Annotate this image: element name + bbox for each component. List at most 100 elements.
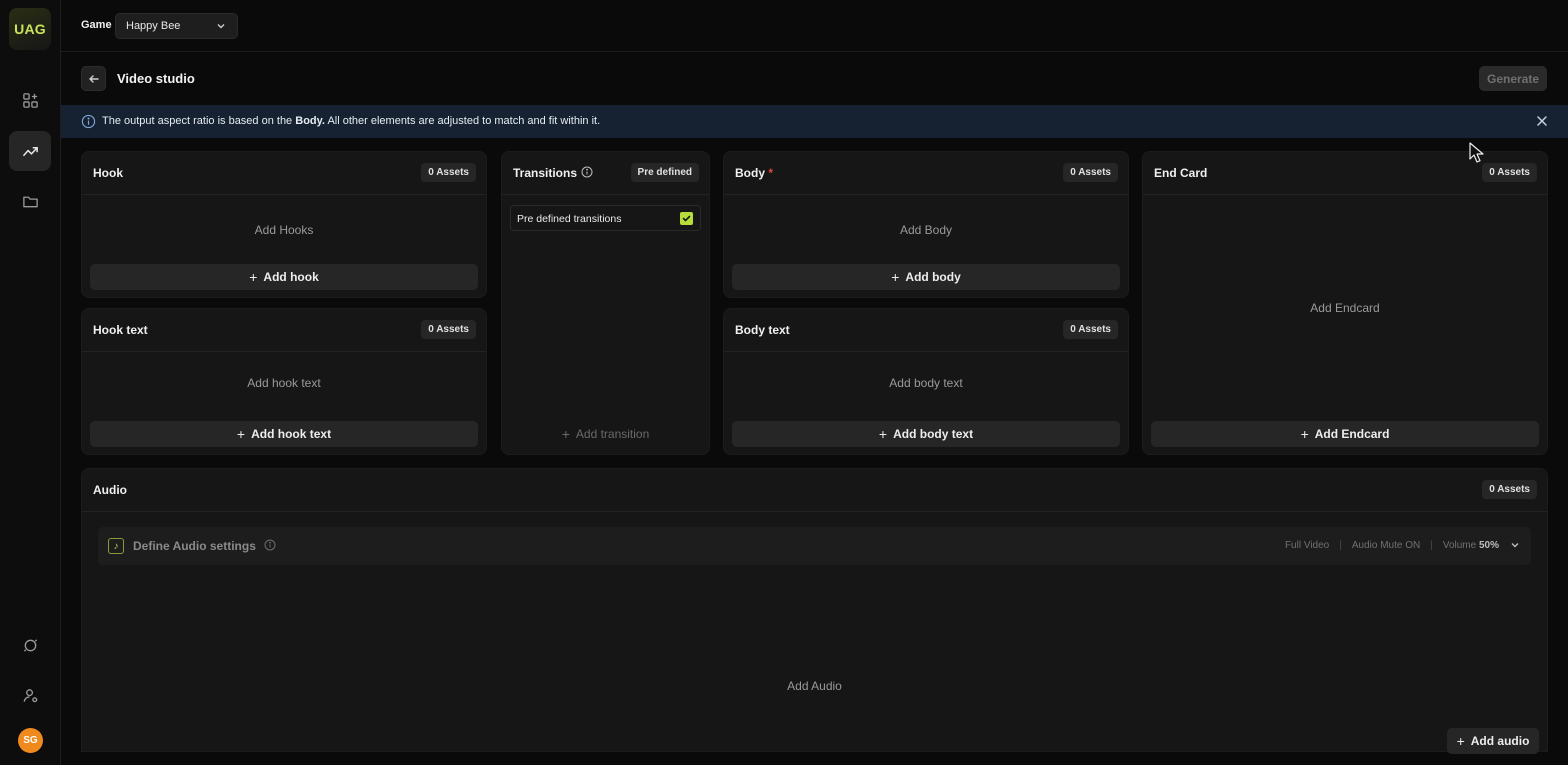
banner-text-after: All other elements are adjusted to match…	[325, 115, 601, 127]
add-transition-button[interactable]: + Add transition	[510, 421, 701, 447]
hook-assets-badge: 0 Assets	[421, 163, 476, 182]
app: UAG SG Game Happy Bee Video studio Gener…	[0, 0, 1568, 765]
chevron-down-icon[interactable]	[1509, 539, 1521, 551]
hook-card: Hook 0 Assets Add Hooks + Add hook	[81, 151, 487, 298]
add-audio-button[interactable]: + Add audio	[1447, 728, 1539, 754]
user-settings-icon[interactable]	[9, 675, 51, 715]
plus-icon: +	[878, 426, 888, 442]
body-text-placeholder: Add body text	[889, 376, 963, 390]
support-icon[interactable]	[9, 625, 51, 665]
avatar[interactable]: SG	[18, 728, 43, 753]
banner-text-before: The output aspect ratio is based on the	[102, 115, 296, 127]
card-header: End Card 0 Assets	[1143, 152, 1547, 195]
volume-label: Volume	[1442, 539, 1477, 551]
apps-add-icon[interactable]	[9, 80, 51, 120]
info-icon	[81, 114, 96, 129]
separator: |	[1430, 539, 1433, 551]
transitions-title-text: Transitions	[513, 166, 578, 180]
volume-value: 50%	[1478, 539, 1499, 551]
mouse-cursor-icon	[1469, 142, 1484, 163]
info-icon[interactable]	[581, 166, 593, 178]
chevron-down-icon	[217, 24, 225, 29]
add-hook-button[interactable]: + Add hook	[90, 264, 478, 290]
add-body-text-button[interactable]: + Add body text	[732, 421, 1120, 447]
predefined-transitions-row[interactable]: Pre defined transitions	[510, 205, 701, 231]
end-card-card: End Card 0 Assets Add Endcard + Add Endca…	[1142, 151, 1548, 455]
card-header: Body text 0 Assets	[724, 309, 1128, 352]
audio-settings-text: Define Audio settings	[133, 539, 256, 553]
transitions-card: Transitions Pre defined Pre defined tran…	[501, 151, 710, 455]
full-video-text: Full Video	[1284, 539, 1330, 551]
card-header: Transitions Pre defined	[502, 152, 709, 195]
card-header: Body * 0 Assets	[724, 152, 1128, 195]
audio-title: Audio	[93, 483, 127, 497]
top-bar: Game Happy Bee	[61, 0, 1568, 52]
body-placeholder: Add Body	[899, 223, 953, 237]
hook-text-placeholder: Add hook text	[247, 376, 321, 390]
check-icon	[682, 215, 691, 222]
banner-text-bold: Body.	[295, 115, 325, 127]
predefined-transitions-checkbox[interactable]	[680, 212, 693, 225]
audio-settings-strip[interactable]: ♪ Define Audio settings Full Video | Aud…	[98, 527, 1531, 565]
body-text-title: Body text	[735, 323, 790, 337]
transitions-title: Transitions	[513, 166, 593, 180]
audio-assets-badge: 0 Assets	[1482, 480, 1537, 499]
separator: |	[1339, 539, 1342, 551]
hook-text-card: Hook text 0 Assets Add hook text + Add ho…	[81, 308, 487, 455]
body-card: Body * 0 Assets Add Body + Add body	[723, 151, 1129, 298]
back-button[interactable]	[81, 66, 106, 91]
game-select[interactable]: Happy Bee	[115, 13, 238, 39]
music-note-icon: ♪	[108, 538, 124, 554]
body-assets-badge: 0 Assets	[1063, 163, 1118, 182]
add-endcard-label: Add Endcard	[1314, 427, 1390, 441]
end-card-placeholder: Add Endcard	[1310, 301, 1380, 315]
plus-icon: +	[891, 269, 900, 285]
end-card-title: End Card	[1154, 166, 1208, 180]
analytics-icon[interactable]	[9, 131, 51, 171]
audio-placeholder: Add Audio	[787, 679, 842, 693]
body-text-card: Body text 0 Assets Add body text + Add bo…	[723, 308, 1129, 455]
app-logo[interactable]: UAG	[9, 8, 51, 50]
add-body-text-label: Add body text	[893, 427, 974, 441]
add-hook-text-button[interactable]: + Add hook text	[90, 421, 478, 447]
banner-text: The output aspect ratio is based on the …	[102, 115, 600, 127]
folder-icon[interactable]	[9, 181, 51, 221]
page-title: Video studio	[117, 71, 195, 86]
add-endcard-button[interactable]: + Add Endcard	[1151, 421, 1539, 447]
plus-icon: +	[1300, 426, 1309, 442]
add-body-button[interactable]: + Add body	[732, 264, 1120, 290]
add-hook-label: Add hook	[263, 270, 319, 284]
body-title-text: Body	[735, 166, 765, 180]
plus-icon: +	[561, 426, 570, 442]
card-header: Hook text 0 Assets	[82, 309, 486, 352]
plus-icon: +	[236, 426, 246, 442]
audio-card: Audio 0 Assets ♪ Define Audio settings F…	[81, 468, 1548, 754]
end-card-assets-badge: 0 Assets	[1482, 163, 1537, 182]
close-icon[interactable]	[1535, 114, 1549, 128]
card-header: Hook 0 Assets	[82, 152, 486, 195]
predefined-transitions-label: Pre defined transitions	[517, 213, 622, 225]
audio-settings-label: Define Audio settings	[133, 539, 276, 553]
volume-text: Volume 50%	[1443, 540, 1499, 551]
hook-title: Hook	[93, 166, 123, 180]
audio-mute-text: Audio Mute ON	[1351, 539, 1421, 551]
add-transition-label: Add transition	[575, 427, 650, 441]
required-marker: *	[768, 166, 774, 180]
hook-text-title: Hook text	[93, 323, 148, 337]
add-body-label: Add body	[905, 270, 961, 284]
game-select-value: Happy Bee	[126, 20, 181, 32]
audio-settings-summary: Full Video | Audio Mute ON | Volume 50%	[1285, 539, 1521, 551]
plus-icon: +	[249, 269, 258, 285]
body-title: Body *	[735, 166, 773, 180]
hook-placeholder: Add Hooks	[254, 223, 314, 237]
generate-button[interactable]: Generate	[1479, 66, 1547, 91]
plus-icon: +	[1456, 733, 1465, 749]
card-header: Audio 0 Assets	[82, 469, 1547, 512]
hook-text-assets-badge: 0 Assets	[421, 320, 476, 339]
transitions-predefined-badge: Pre defined	[630, 163, 699, 182]
add-hook-text-label: Add hook text	[251, 427, 332, 441]
arrow-left-icon	[88, 74, 99, 83]
sidebar: UAG SG	[0, 0, 61, 765]
info-icon[interactable]	[264, 539, 276, 551]
body-text-assets-badge: 0 Assets	[1063, 320, 1118, 339]
